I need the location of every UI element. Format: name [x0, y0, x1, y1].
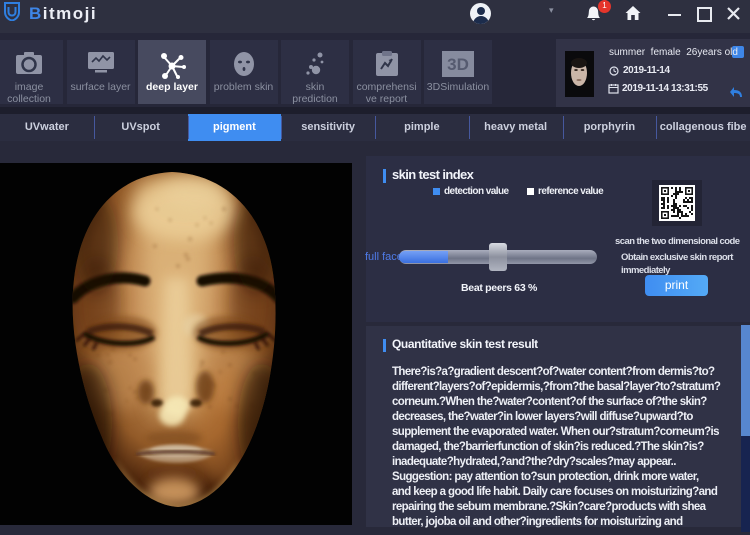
svg-text:3D: 3D — [447, 55, 469, 74]
